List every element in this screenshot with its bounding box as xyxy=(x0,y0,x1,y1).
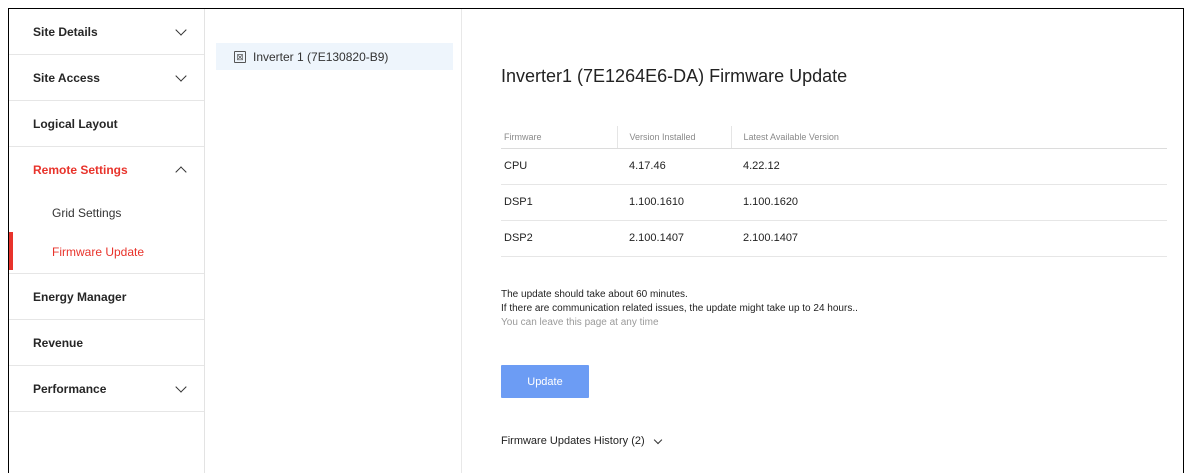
table-cell: 4.17.46 xyxy=(617,148,731,185)
remote-settings-submenu: Grid Settings Firmware Update xyxy=(9,193,204,274)
table-cell: CPU xyxy=(501,148,617,185)
table-row: DSP1 1.100.1610 1.100.1620 xyxy=(501,184,1167,221)
sidebar: Site Details Site Access Logical Layout … xyxy=(9,9,205,473)
tree-item-label: Inverter 1 (7E130820-B9) xyxy=(253,49,389,64)
info-leave-text: You can leave this page at any time xyxy=(501,317,659,328)
firmware-table: Firmware Version Installed Latest Availa… xyxy=(501,126,1167,257)
sidebar-item-label: Energy Manager xyxy=(33,289,127,304)
sidebar-item-performance[interactable]: Performance xyxy=(9,366,204,412)
sidebar-item-logical-layout[interactable]: Logical Layout xyxy=(9,101,204,147)
sidebar-item-label: Performance xyxy=(33,381,107,396)
table-cell: 2.100.1407 xyxy=(617,220,731,257)
sidebar-item-label: Site Access xyxy=(33,70,100,85)
sidebar-subitem-grid-settings[interactable]: Grid Settings xyxy=(9,193,204,232)
column-header-firmware: Firmware xyxy=(501,126,617,149)
sidebar-item-label: Site Details xyxy=(33,24,98,39)
sidebar-item-site-access[interactable]: Site Access xyxy=(9,55,204,101)
chevron-up-icon xyxy=(175,166,187,178)
table-row: DSP2 2.100.1407 2.100.1407 xyxy=(501,220,1167,257)
table-cell: 4.22.12 xyxy=(731,148,1167,185)
sidebar-item-label: Remote Settings xyxy=(33,163,128,177)
sidebar-subitem-label: Grid Settings xyxy=(52,205,122,220)
chevron-down-icon xyxy=(175,23,187,36)
sidebar-item-label: Logical Layout xyxy=(33,116,118,131)
page-title: Inverter1 (7E1264E6-DA) Firmware Update xyxy=(501,66,848,86)
sidebar-item-label: Revenue xyxy=(33,335,84,350)
table-cell: 1.100.1620 xyxy=(731,184,1167,221)
update-button[interactable]: Update xyxy=(501,365,589,398)
tree-item-inverter-1[interactable]: ⊠ Inverter 1 (7E130820-B9) xyxy=(216,43,453,70)
device-tree-panel: ⊠ Inverter 1 (7E130820-B9) xyxy=(205,9,462,473)
sidebar-item-energy-manager[interactable]: Energy Manager xyxy=(9,274,204,320)
chevron-down-icon xyxy=(653,435,662,444)
table-cell: 1.100.1610 xyxy=(617,184,731,221)
table-cell: 2.100.1407 xyxy=(731,220,1167,257)
chevron-down-icon xyxy=(175,380,187,393)
table-header-row: Firmware Version Installed Latest Availa… xyxy=(501,126,1167,149)
update-info: The update should take about 60 minutes.… xyxy=(501,288,858,330)
chevron-down-icon xyxy=(175,69,187,82)
sidebar-item-site-details[interactable]: Site Details xyxy=(9,9,204,55)
sidebar-item-revenue[interactable]: Revenue xyxy=(9,320,204,366)
app-frame: Site Details Site Access Logical Layout … xyxy=(8,8,1184,473)
inverter-icon: ⊠ xyxy=(234,50,246,63)
column-header-latest-version: Latest Available Version xyxy=(730,126,1167,149)
table-cell: DSP2 xyxy=(501,220,617,257)
column-header-version-installed: Version Installed xyxy=(616,126,731,149)
table-row: CPU 4.17.46 4.22.12 xyxy=(501,148,1167,185)
firmware-history-toggle[interactable]: Firmware Updates History (2) xyxy=(501,435,662,447)
table-cell: DSP1 xyxy=(501,184,617,221)
info-issues-text: If there are communication related issue… xyxy=(501,303,858,314)
history-label: Firmware Updates History (2) xyxy=(501,435,645,447)
sidebar-subitem-label: Firmware Update xyxy=(52,244,145,259)
info-duration-text: The update should take about 60 minutes. xyxy=(501,289,688,300)
sidebar-subitem-firmware-update[interactable]: Firmware Update xyxy=(9,232,204,271)
sidebar-item-remote-settings[interactable]: Remote Settings xyxy=(9,147,204,193)
main-content: Inverter1 (7E1264E6-DA) Firmware Update … xyxy=(463,9,1183,473)
